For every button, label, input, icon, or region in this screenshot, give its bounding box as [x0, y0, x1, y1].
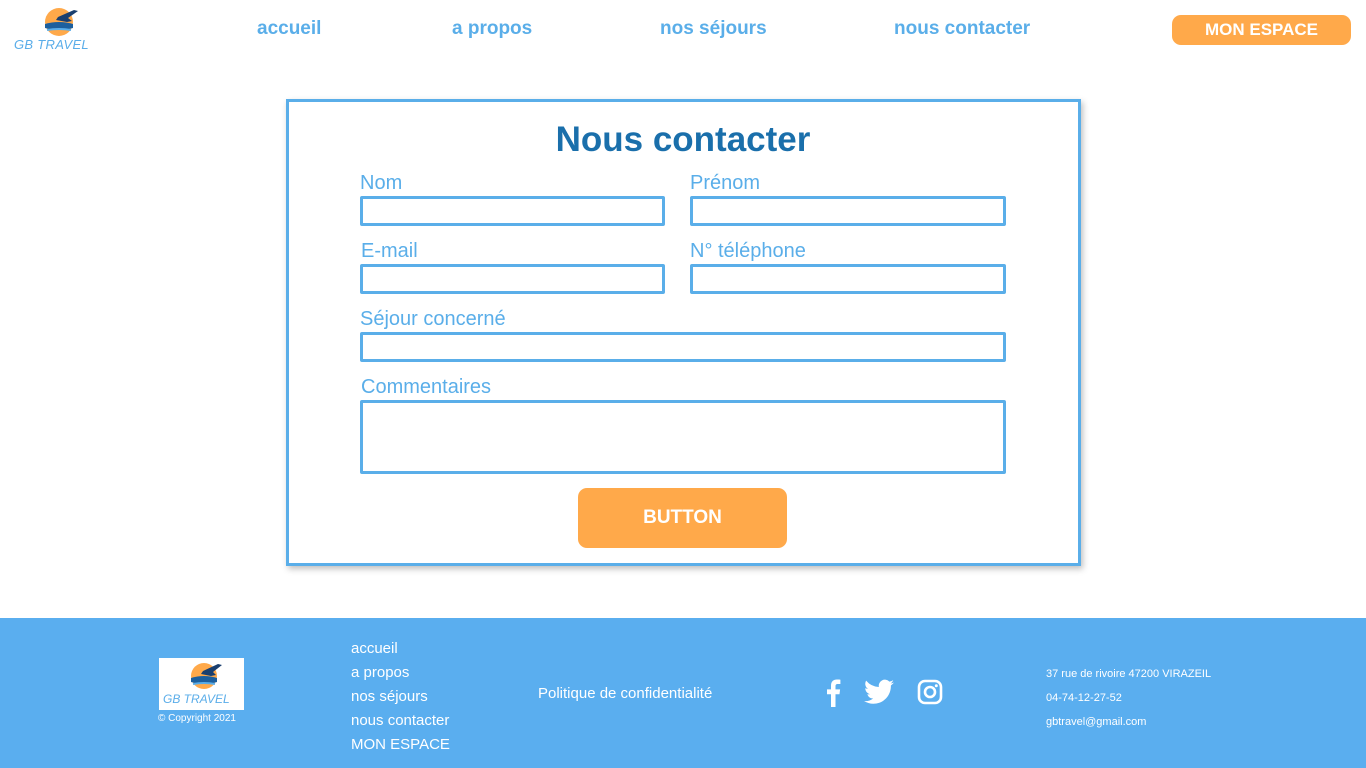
commentaires-label: Commentaires: [361, 376, 492, 398]
page-title: Nous contacter: [555, 120, 811, 159]
site-logo[interactable]: GB TRAVEL: [12, 6, 102, 54]
prenom-input[interactable]: [690, 196, 1006, 226]
footer-nav-nos-sejours[interactable]: nos séjours: [351, 685, 450, 709]
footer-logo-text: GB TRAVEL: [163, 692, 230, 706]
privacy-policy-link[interactable]: Politique de confidentialité: [538, 685, 712, 702]
copyright-text: © Copyright 2021: [158, 713, 236, 724]
submit-button[interactable]: BUTTON: [578, 488, 787, 548]
footer-email: gbtravel@gmail.com: [1046, 716, 1147, 728]
mon-espace-button[interactable]: MON ESPACE: [1172, 15, 1351, 45]
nav-accueil[interactable]: accueil: [257, 18, 321, 40]
footer-nav-mon-espace[interactable]: MON ESPACE: [351, 733, 450, 757]
footer-nav-nous-contacter[interactable]: nous contacter: [351, 709, 450, 733]
commentaires-textarea[interactable]: [360, 400, 1006, 474]
telephone-input[interactable]: [690, 264, 1006, 294]
nav-a-propos[interactable]: a propos: [452, 18, 532, 40]
telephone-label: N° téléphone: [690, 240, 806, 262]
nom-label: Nom: [360, 172, 403, 194]
email-label: E-mail: [361, 240, 418, 262]
footer-logo[interactable]: GB TRAVEL: [159, 658, 244, 710]
nav-nous-contacter[interactable]: nous contacter: [894, 18, 1030, 40]
email-input[interactable]: [360, 264, 665, 294]
instagram-icon[interactable]: [917, 679, 943, 710]
footer-phone: 04-74-12-27-52: [1046, 692, 1122, 704]
footer-nav-accueil[interactable]: accueil: [351, 637, 450, 661]
footer-contact-info: 37 rue de rivoire 47200 VIRAZEIL 04-74-1…: [1046, 662, 1211, 734]
footer-nav: accueil a propos nos séjours nous contac…: [351, 637, 450, 757]
logo-text: GB TRAVEL: [14, 37, 89, 52]
prenom-label: Prénom: [690, 172, 761, 194]
sejour-label: Séjour concerné: [360, 308, 506, 330]
nom-input[interactable]: [360, 196, 665, 226]
twitter-icon[interactable]: [864, 679, 894, 710]
footer-nav-a-propos[interactable]: a propos: [351, 661, 450, 685]
sejour-input[interactable]: [360, 332, 1006, 362]
nav-nos-sejours[interactable]: nos séjours: [660, 18, 767, 40]
footer-address: 37 rue de rivoire 47200 VIRAZEIL: [1046, 668, 1212, 680]
facebook-icon[interactable]: [825, 679, 841, 712]
